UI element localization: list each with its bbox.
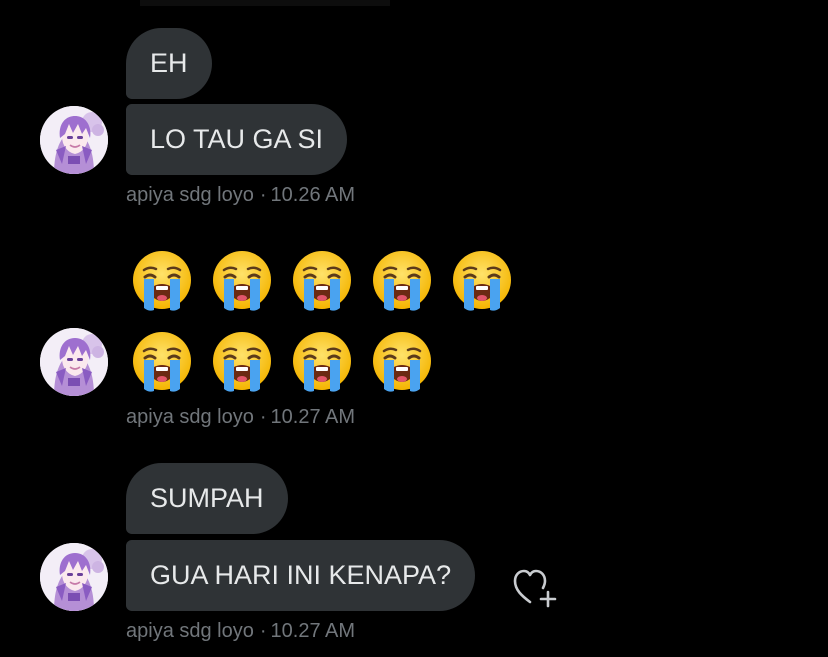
- loudly-crying-face-icon: [130, 329, 194, 393]
- message-bubble[interactable]: EH: [126, 28, 212, 99]
- meta-separator: ·: [259, 406, 267, 428]
- loudly-crying-face-icon: [290, 329, 354, 393]
- heart-plus-icon[interactable]: [512, 566, 558, 608]
- message-bubble[interactable]: LO TAU GA SI: [126, 104, 348, 175]
- loudly-crying-face-icon: [370, 329, 434, 393]
- loudly-crying-face-icon: [370, 248, 434, 312]
- message-meta: apiya sdg loyo · 10.27 AM: [126, 406, 355, 429]
- meta-separator: ·: [259, 184, 267, 206]
- avatar[interactable]: [40, 543, 108, 611]
- loudly-crying-face-icon: [290, 248, 354, 312]
- loudly-crying-face-icon: [210, 248, 274, 312]
- sender-name: apiya sdg loyo: [126, 184, 254, 206]
- avatar[interactable]: [40, 106, 108, 174]
- sender-name: apiya sdg loyo: [126, 406, 254, 428]
- avatar[interactable]: [40, 328, 108, 396]
- emoji-message-row[interactable]: [130, 329, 434, 393]
- message-time: 10.27 AM: [270, 620, 356, 642]
- scrolled-content-edge: [140, 0, 390, 6]
- message-text: EH: [150, 48, 188, 78]
- message-text: SUMPAH: [150, 483, 264, 513]
- emoji-message-row[interactable]: [130, 248, 514, 312]
- message-time: 10.26 AM: [270, 184, 356, 206]
- message-bubble[interactable]: GUA HARI INI KENAPA?: [126, 540, 476, 611]
- meta-separator: ·: [259, 620, 267, 642]
- message-meta: apiya sdg loyo · 10.26 AM: [126, 184, 355, 207]
- message-meta: apiya sdg loyo · 10.27 AM: [126, 620, 355, 643]
- message-text: LO TAU GA SI: [150, 124, 324, 154]
- message-time: 10.27 AM: [270, 406, 356, 428]
- message-text: GUA HARI INI KENAPA?: [150, 560, 452, 590]
- loudly-crying-face-icon: [130, 248, 194, 312]
- loudly-crying-face-icon: [210, 329, 274, 393]
- sender-name: apiya sdg loyo: [126, 620, 254, 642]
- message-bubble[interactable]: SUMPAH: [126, 463, 288, 534]
- loudly-crying-face-icon: [450, 248, 514, 312]
